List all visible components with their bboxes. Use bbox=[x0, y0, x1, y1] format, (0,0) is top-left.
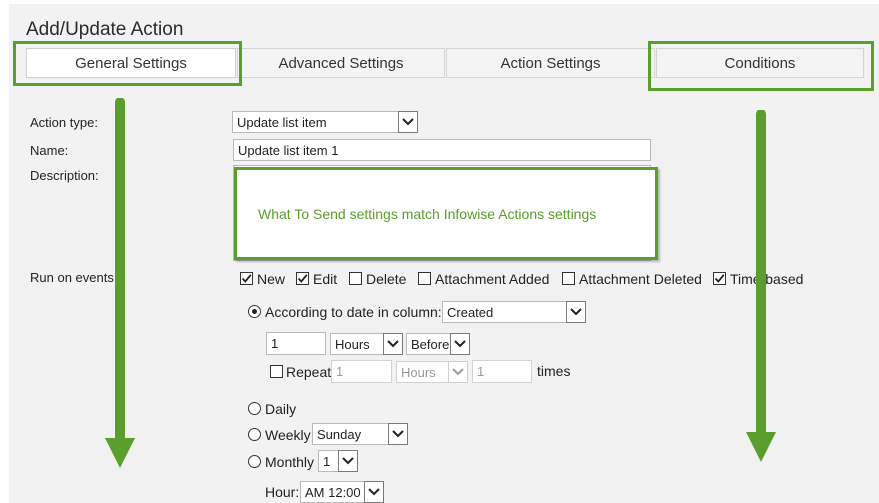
radio-according-to-date[interactable] bbox=[248, 305, 261, 318]
direction-value: Before bbox=[411, 336, 450, 352]
daily-label: Daily bbox=[265, 401, 297, 417]
checkbox-delete[interactable] bbox=[349, 272, 362, 285]
direction-select[interactable]: Before bbox=[406, 333, 470, 355]
check-icon bbox=[714, 274, 725, 283]
repeat-count-input[interactable]: 1 bbox=[331, 360, 392, 383]
chevron-down-icon[interactable] bbox=[338, 450, 358, 472]
repeat-times-input[interactable]: 1 bbox=[472, 360, 532, 383]
tab-advanced-settings[interactable]: Advanced Settings bbox=[237, 48, 445, 78]
chevron-down-icon[interactable] bbox=[398, 111, 418, 133]
dialog-title: Add/Update Action bbox=[26, 19, 184, 40]
run-on-events-label: Run on events bbox=[30, 270, 114, 285]
times-label: times bbox=[537, 363, 571, 379]
monthly-label: Monthly bbox=[265, 454, 315, 470]
event-label-attachment-added: Attachment Added bbox=[435, 271, 550, 287]
action-type-label: Action type: bbox=[30, 115, 98, 130]
checkbox-repeat[interactable] bbox=[270, 365, 283, 378]
highlight-box-general bbox=[13, 41, 242, 86]
monthly-day-value: 1 bbox=[323, 453, 331, 469]
chevron-down-icon[interactable] bbox=[566, 301, 586, 323]
hour-label: Hour: bbox=[265, 484, 300, 500]
weekly-day-value: Sunday bbox=[317, 426, 362, 442]
event-label-attachment-deleted: Attachment Deleted bbox=[579, 271, 702, 287]
repeat-times-value: 1 bbox=[477, 364, 485, 379]
weekly-label: Weekly bbox=[265, 427, 311, 443]
checkbox-new[interactable] bbox=[240, 272, 253, 285]
repeat-unit-value: Hours bbox=[401, 364, 436, 380]
weekly-day-select[interactable]: Sunday bbox=[312, 423, 408, 445]
chevron-down-icon[interactable] bbox=[383, 333, 403, 355]
action-type-value: Update list item bbox=[237, 114, 327, 130]
chevron-down-icon[interactable] bbox=[450, 333, 470, 355]
hour-select[interactable]: AM 12:00 bbox=[300, 481, 384, 503]
repeat-label: Repeat bbox=[286, 364, 332, 380]
arrow-down-icon bbox=[746, 110, 776, 462]
radio-daily[interactable] bbox=[248, 402, 261, 415]
offset-unit-value: Hours bbox=[335, 336, 370, 352]
highlight-box-conditions bbox=[648, 41, 874, 91]
annotation-callout: What To Send settings match Infowise Act… bbox=[234, 167, 658, 260]
radio-weekly[interactable] bbox=[248, 428, 261, 441]
check-icon bbox=[241, 274, 252, 283]
hour-value: AM 12:00 bbox=[305, 484, 361, 500]
name-value: Update list item 1 bbox=[238, 142, 339, 158]
check-icon bbox=[297, 274, 308, 283]
repeat-count-value: 1 bbox=[336, 364, 344, 379]
radio-monthly[interactable] bbox=[248, 455, 261, 468]
offset-value: 1 bbox=[271, 336, 279, 351]
event-label-delete: Delete bbox=[366, 271, 407, 287]
offset-input[interactable]: 1 bbox=[266, 332, 326, 355]
monthly-day-select[interactable]: 1 bbox=[318, 450, 358, 472]
radio-dot bbox=[252, 309, 257, 314]
event-label-edit: Edit bbox=[313, 271, 338, 287]
arrow-down-icon bbox=[105, 98, 135, 468]
chevron-down-icon[interactable] bbox=[364, 481, 384, 503]
name-input[interactable]: Update list item 1 bbox=[233, 139, 651, 161]
repeat-unit-select[interactable]: Hours bbox=[396, 361, 468, 383]
checkbox-edit[interactable] bbox=[296, 272, 309, 285]
date-column-select[interactable]: Created bbox=[442, 301, 586, 323]
date-column-value: Created bbox=[447, 304, 494, 320]
event-label-new: New bbox=[257, 271, 286, 287]
description-label: Description: bbox=[30, 168, 99, 183]
action-type-select[interactable]: Update list item bbox=[232, 111, 418, 133]
checkbox-attachment-deleted[interactable] bbox=[562, 272, 575, 285]
checkbox-attachment-added[interactable] bbox=[418, 272, 431, 285]
checkbox-time-based[interactable] bbox=[713, 272, 726, 285]
callout-text: What To Send settings match Infowise Act… bbox=[258, 205, 597, 222]
offset-unit-select[interactable]: Hours bbox=[330, 333, 403, 355]
tab-action-settings[interactable]: Action Settings bbox=[446, 48, 655, 78]
according-label: According to date in column: bbox=[265, 304, 442, 320]
chevron-down-icon[interactable] bbox=[388, 423, 408, 445]
name-label: Name: bbox=[30, 143, 69, 158]
chevron-down-icon[interactable] bbox=[448, 361, 468, 383]
